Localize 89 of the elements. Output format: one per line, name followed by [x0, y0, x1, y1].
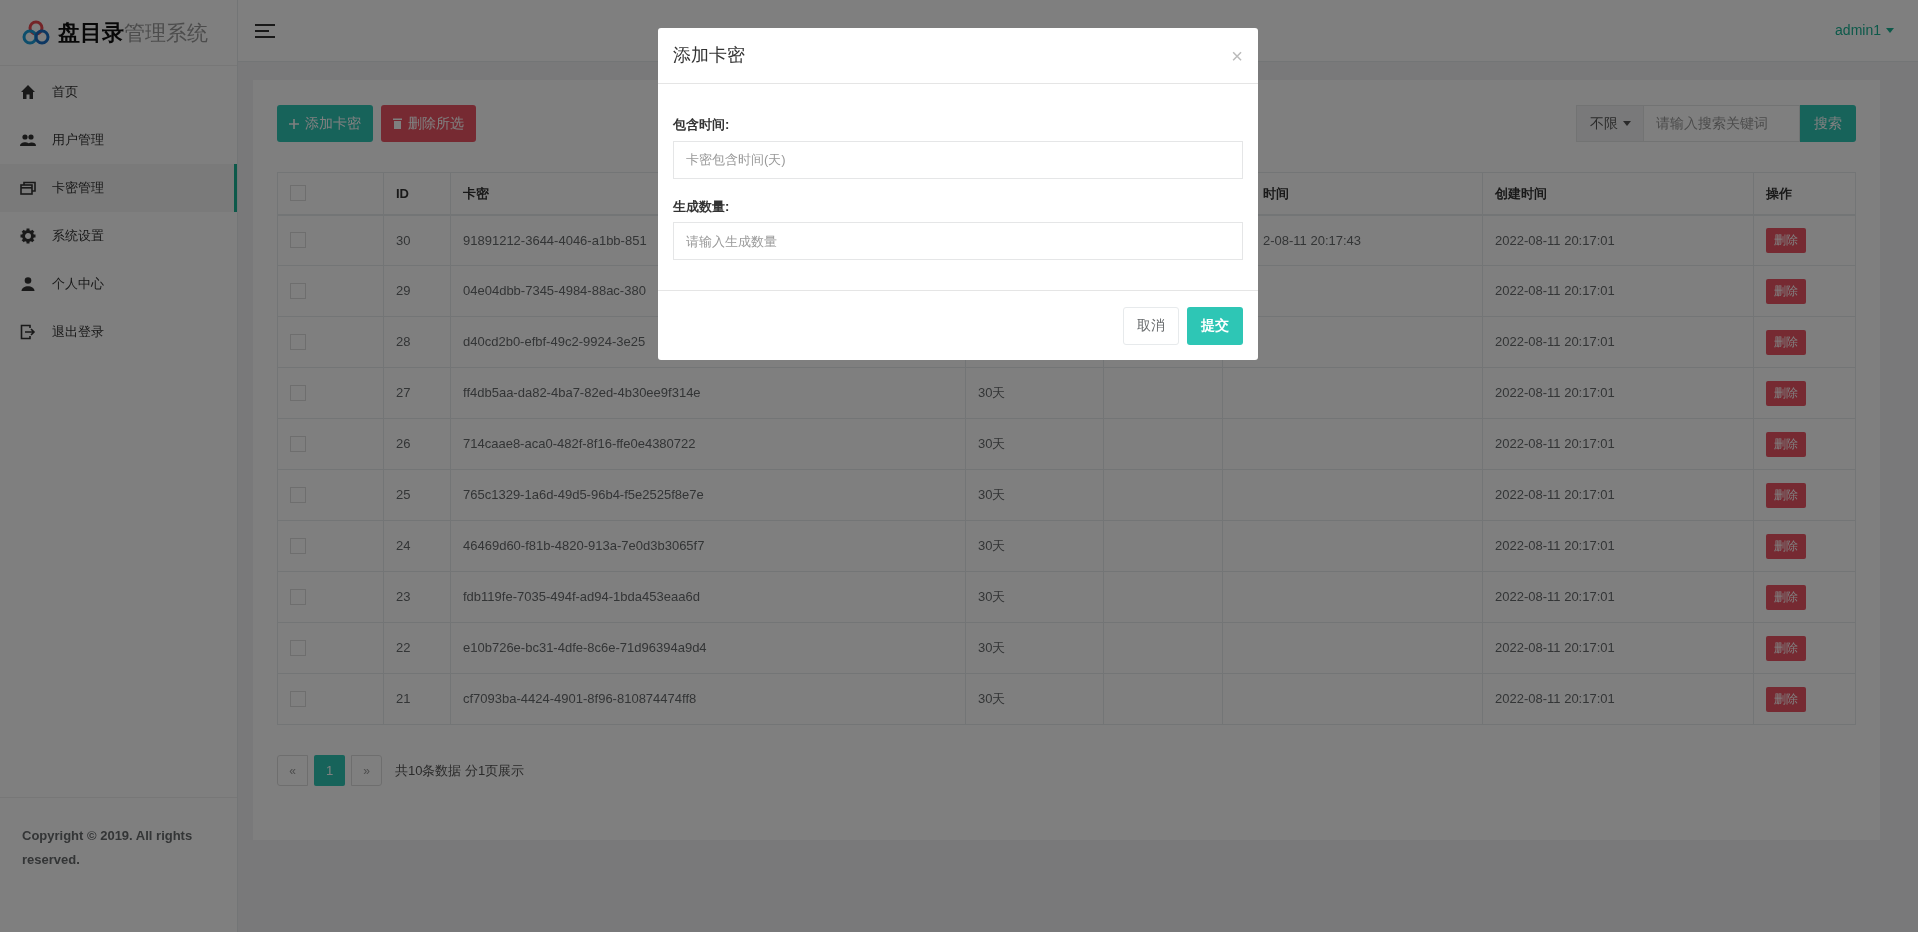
- sidebar-item[interactable]: 系统设置: [0, 212, 237, 260]
- delete-button[interactable]: 删除: [1766, 380, 1806, 406]
- previous-page-button[interactable]: «: [277, 755, 308, 786]
- table-cell: 2022-08-11 20:17:01: [1495, 487, 1615, 503]
- table-cell: 2022-08-11 20:17:01: [1495, 640, 1615, 656]
- pagination-summary: 共10条数据 分1页展示: [395, 761, 525, 780]
- table-cell: 714caae8-aca0-482f-8f16-ffe0e4380722: [463, 436, 696, 452]
- sidebar-item[interactable]: 用户管理: [0, 116, 237, 164]
- users-icon: [20, 132, 36, 148]
- table-cell: 2022-08-11 20:17:01: [1495, 589, 1615, 605]
- copyright-text: Copyright © 2019. All rights reserved.: [22, 827, 194, 869]
- search-button[interactable]: 搜索: [1800, 105, 1856, 142]
- plus-icon: [289, 118, 299, 129]
- sidebar-item[interactable]: 退出登录: [0, 308, 237, 356]
- table-cell: 28: [396, 334, 411, 350]
- filter-dropdown[interactable]: 不限: [1576, 105, 1644, 142]
- delete-button[interactable]: 删除: [1766, 635, 1806, 661]
- table-cell: e10b726e-bc31-4dfe-8c6e-71d96394a9d4: [463, 640, 707, 656]
- sidebar-item[interactable]: 卡密管理: [0, 164, 237, 212]
- caret-icon: [1622, 121, 1631, 126]
- table-cell: 2022-08-11 20:17:01: [1495, 283, 1615, 299]
- home-icon: [20, 84, 36, 100]
- table-cell: 24: [396, 538, 411, 554]
- page-button[interactable]: 1: [314, 755, 345, 786]
- table-cell: fdb119fe-7035-494f-ad94-1bda453eaa6d: [463, 589, 700, 605]
- settings-icon: [20, 228, 36, 244]
- table-cell: 22: [396, 640, 411, 656]
- table-cell: 27: [396, 385, 411, 401]
- delete-button[interactable]: 删除: [1766, 533, 1806, 559]
- table-cell: 30天: [978, 436, 1006, 452]
- cancel-button[interactable]: 取消: [1123, 306, 1179, 345]
- table-cell: 2022-08-11 20:17:01: [1495, 436, 1615, 452]
- delete-button[interactable]: 删除: [1766, 227, 1806, 253]
- delete-selected-button[interactable]: 删除所选: [381, 105, 476, 142]
- delete-button[interactable]: 删除: [1766, 329, 1806, 355]
- table-cell: 25: [396, 487, 411, 503]
- table-cell: ff4db5aa-da82-4ba7-82ed-4b30ee9f314e: [463, 385, 701, 401]
- table-cell: 30天: [978, 589, 1006, 605]
- column-header: 创建时间: [1495, 185, 1547, 201]
- table-cell: 2022-08-11 20:17:01: [1495, 334, 1615, 350]
- table-cell: 2-08-11 20:17:43: [1263, 232, 1362, 248]
- input-field[interactable]: 请输入生成数量: [673, 222, 1243, 260]
- column-header: ID: [396, 185, 409, 201]
- field-label: 包含时间:: [673, 116, 731, 134]
- table-cell: 23: [396, 589, 411, 605]
- cards-icon: [20, 180, 36, 196]
- table-cell: 765c1329-1a6d-49d5-96b4-f5e2525f8e7e: [463, 487, 704, 503]
- delete-button[interactable]: 删除: [1766, 431, 1806, 457]
- delete-button[interactable]: 删除: [1766, 278, 1806, 304]
- user-menu[interactable]: admin1: [1835, 20, 1894, 41]
- table-cell: 21: [396, 691, 411, 707]
- table-cell: 26: [396, 436, 411, 452]
- logout-icon: [20, 324, 36, 340]
- table-cell: 2022-08-11 20:17:01: [1495, 385, 1615, 401]
- delete-button[interactable]: 删除: [1766, 686, 1806, 712]
- person-icon: [20, 276, 36, 292]
- field-label: 生成数量:: [673, 197, 731, 216]
- column-header: 卡密: [463, 185, 489, 201]
- table-cell: 30: [396, 232, 411, 248]
- submit-button[interactable]: 提交: [1187, 306, 1243, 345]
- modal-title: 添加卡密: [673, 44, 745, 67]
- table-cell: 29: [396, 283, 411, 299]
- input-field[interactable]: 卡密包含时间(天): [673, 140, 1243, 179]
- table-cell: 04e04dbb-7345-4984-88ac-380: [463, 283, 646, 299]
- delete-button[interactable]: 删除: [1766, 482, 1806, 508]
- table-cell: 2022-08-11 20:17:01: [1495, 691, 1615, 707]
- table-cell: 30天: [978, 640, 1006, 656]
- table-cell: 91891212-3644-4046-a1bb-851: [463, 232, 647, 248]
- column-header: 时间: [1263, 185, 1289, 201]
- menu-icon[interactable]: [255, 22, 275, 39]
- trash-icon: [393, 118, 402, 129]
- table-cell: 30天: [978, 691, 1006, 707]
- table-cell: 30天: [978, 487, 1006, 503]
- sidebar-item[interactable]: 首页: [0, 68, 237, 116]
- table-cell: 2022-08-11 20:17:01: [1495, 232, 1615, 248]
- delete-button[interactable]: 删除: [1766, 584, 1806, 610]
- table-cell: 30天: [978, 385, 1006, 401]
- caret-icon: [1886, 28, 1894, 33]
- add-card-key-button[interactable]: 添加卡密: [277, 105, 373, 142]
- logo-text: 盘目录: [58, 19, 124, 47]
- next-page-button[interactable]: »: [351, 755, 382, 786]
- table-cell: d40cd2b0-efbf-49c2-9924-3e25: [463, 334, 646, 350]
- table-cell: 46469d60-f81b-4820-913a-7e0d3b3065f7: [463, 538, 705, 554]
- close-button[interactable]: ×: [1231, 45, 1243, 66]
- sidebar-item[interactable]: 个人中心: [0, 260, 237, 308]
- table-cell: 30天: [978, 538, 1006, 554]
- table-cell: cf7093ba-4424-4901-8f96-810874474ff8: [463, 691, 697, 707]
- column-header: 操作: [1766, 185, 1792, 201]
- table-cell: 2022-08-11 20:17:01: [1495, 538, 1615, 554]
